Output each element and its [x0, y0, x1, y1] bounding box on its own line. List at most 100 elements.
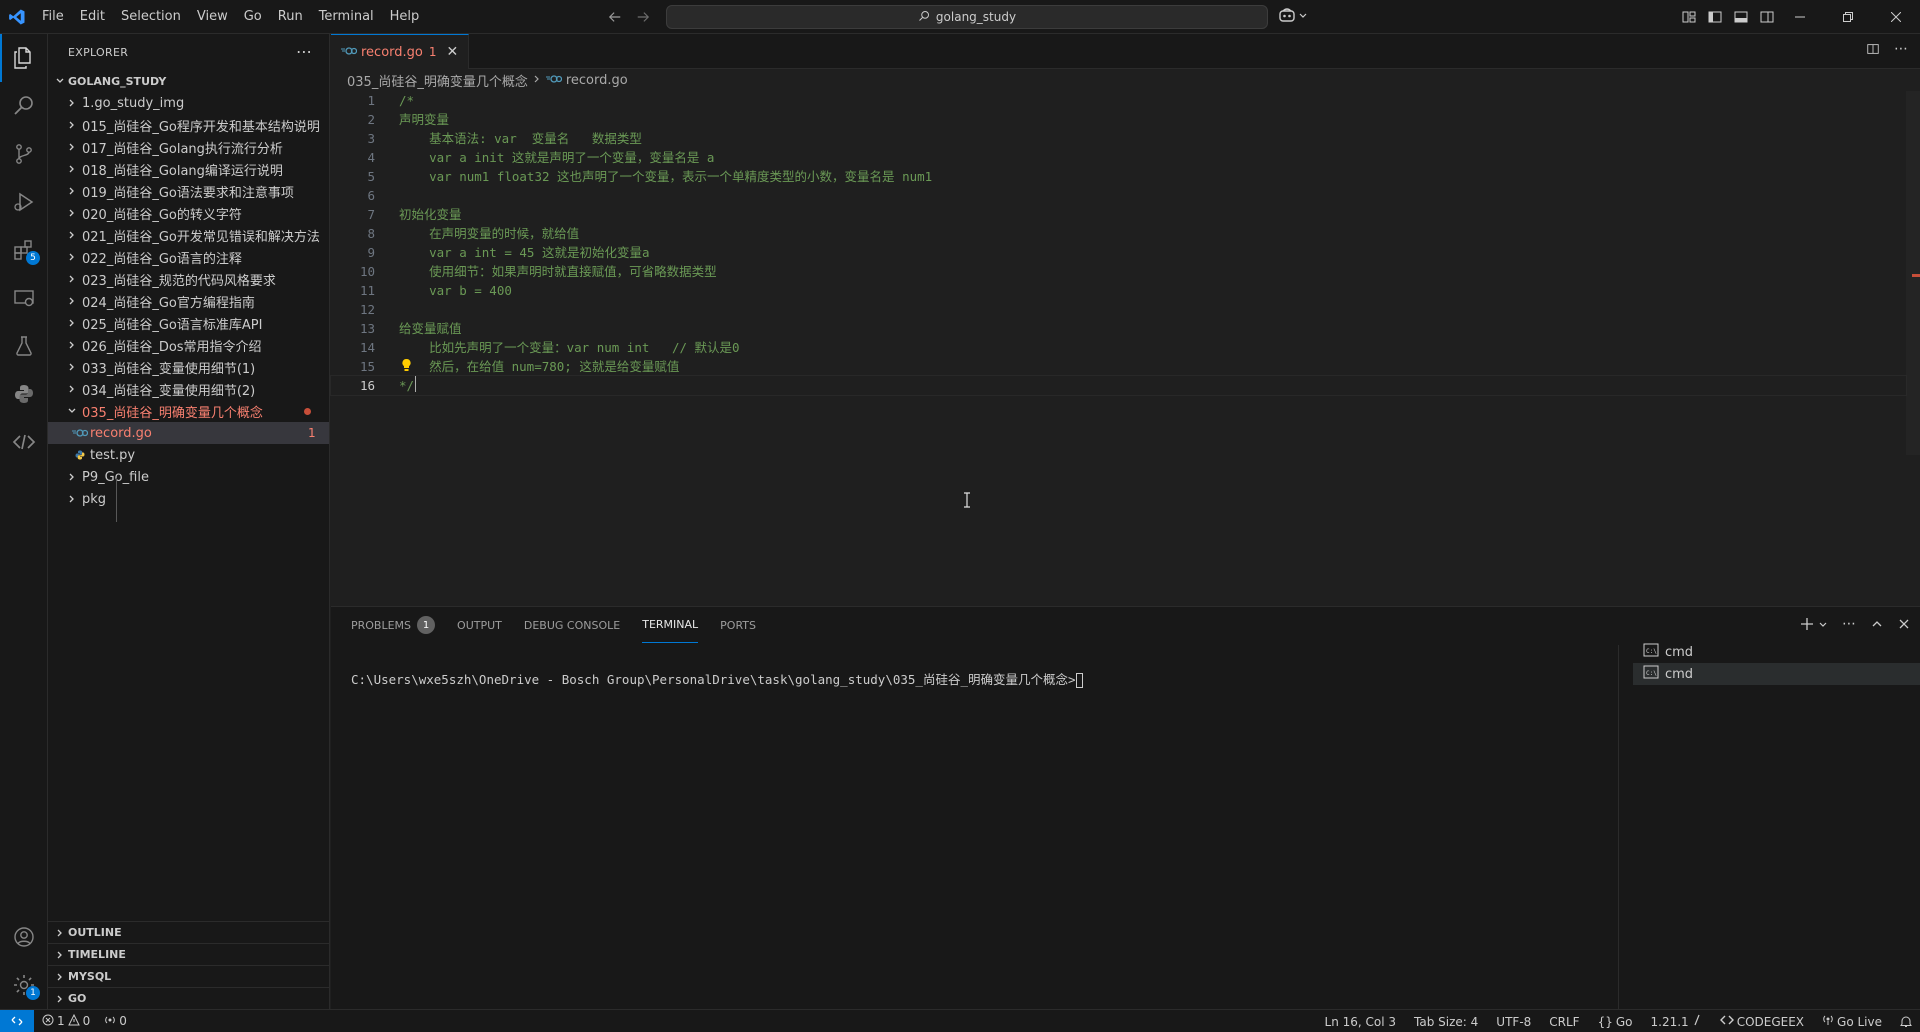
split-editor-icon[interactable]	[1866, 42, 1880, 60]
tree-folder-019[interactable]: 019_尚硅谷_Go语法要求和注意事项	[48, 180, 329, 202]
tab-problems[interactable]: PROBLEMS 1	[351, 607, 436, 643]
close-panel-icon[interactable]	[1898, 617, 1910, 634]
menu-run[interactable]: Run	[270, 0, 311, 34]
tree-folder-023[interactable]: 023_尚硅谷_规范的代码风格要求	[48, 268, 329, 290]
search-icon[interactable]	[0, 82, 48, 130]
lightbulb-icon[interactable]	[401, 358, 412, 378]
tree-folder-017[interactable]: 017_尚硅谷_Golang执行流行分析	[48, 136, 329, 158]
error-count: 1	[57, 1014, 65, 1028]
braces-icon: {}	[1597, 1014, 1613, 1029]
menu-go[interactable]: Go	[236, 0, 270, 34]
problems-status[interactable]: 1 0	[42, 1013, 90, 1029]
testing-icon[interactable]	[0, 322, 48, 370]
tree-folder-035-open[interactable]: 035_尚硅谷_明确变量几个概念	[48, 400, 329, 422]
terminal-list: C:\ cmd C:\ cmd	[1633, 641, 1920, 685]
language-mode[interactable]: {} Go	[1598, 1015, 1633, 1029]
tab-terminal[interactable]: TERMINAL	[642, 607, 699, 643]
terminal-label: cmd	[1665, 644, 1694, 660]
file-encoding[interactable]: UTF-8	[1496, 1015, 1531, 1029]
toggle-primary-sidebar-icon[interactable]	[1706, 8, 1724, 26]
extensions-icon[interactable]: 5	[0, 226, 48, 274]
source-control-icon[interactable]	[0, 130, 48, 178]
tree-folder-018[interactable]: 018_尚硅谷_Golang编译运行说明	[48, 158, 329, 180]
remote-indicator-icon[interactable]	[0, 1009, 34, 1032]
maximize-panel-icon[interactable]	[1870, 617, 1884, 634]
tree-folder-go-study-img[interactable]: 1.go_study_img	[48, 92, 329, 114]
tree-folder-p9-go-file[interactable]: P9_Go_file	[48, 466, 329, 488]
tree-folder-034[interactable]: 034_尚硅谷_变量使用细节(2)	[48, 378, 329, 400]
menu-edit[interactable]: Edit	[72, 0, 113, 34]
menu-help[interactable]: Help	[382, 0, 428, 34]
tab-size[interactable]: Tab Size: 4	[1414, 1015, 1478, 1029]
section-label: GO	[68, 992, 87, 1005]
toggle-secondary-sidebar-icon[interactable]	[1758, 8, 1776, 26]
codegeex-status[interactable]: CODEGEEX	[1719, 1014, 1804, 1029]
menu-file[interactable]: File	[34, 0, 72, 34]
scrollbar-error-marker	[1912, 274, 1920, 277]
line-number: 4	[367, 150, 375, 165]
ports-status[interactable]: 0	[104, 1014, 127, 1029]
editor-scrollbar[interactable]	[1906, 91, 1920, 455]
go-version[interactable]: 1.21.1	[1651, 1014, 1702, 1029]
menu-view[interactable]: View	[189, 0, 236, 34]
go-live-status[interactable]: Go Live	[1822, 1014, 1882, 1029]
explorer-icon[interactable]	[0, 34, 48, 82]
menu-terminal[interactable]: Terminal	[311, 0, 382, 34]
tree-file-record-go[interactable]: record.go 1	[48, 422, 329, 444]
tab-record-go[interactable]: record.go 1 ✕	[331, 34, 470, 69]
toggle-panel-icon[interactable]	[1732, 8, 1750, 26]
tree-folder-022[interactable]: 022_尚硅谷_Go语言的注释	[48, 246, 329, 268]
tree-folder-033[interactable]: 033_尚硅谷_变量使用细节(1)	[48, 356, 329, 378]
more-actions-icon[interactable]: ⋯	[1894, 42, 1908, 60]
section-go[interactable]: GO	[48, 987, 330, 1009]
workspace-root-folder[interactable]: GOLANG_STUDY	[48, 70, 329, 92]
copilot-button[interactable]	[1278, 6, 1308, 28]
line-ending[interactable]: CRLF	[1549, 1015, 1579, 1029]
tree-folder-024[interactable]: 024_尚硅谷_Go官方编程指南	[48, 290, 329, 312]
terminal-output[interactable]: C:\Users\wxe5szh\OneDrive - Bosch Group\…	[351, 669, 1083, 688]
tree-folder-021[interactable]: 021_尚硅谷_Go开发常见错误和解决方法	[48, 224, 329, 246]
gear-icon[interactable]: 1	[0, 961, 48, 1009]
chevron-down-icon[interactable]	[1818, 617, 1828, 634]
section-mysql[interactable]: MYSQL	[48, 965, 330, 987]
cursor-position[interactable]: Ln 16, Col 3	[1325, 1015, 1397, 1029]
notifications-bell-icon[interactable]	[1900, 1015, 1912, 1028]
remote-code-icon[interactable]	[0, 418, 48, 466]
more-actions-icon[interactable]: ⋯	[296, 42, 312, 61]
more-actions-icon[interactable]: ⋯	[1842, 617, 1856, 634]
tab-debug-console[interactable]: DEBUG CONSOLE	[524, 607, 620, 643]
customize-layout-icon[interactable]	[1680, 8, 1698, 26]
section-outline[interactable]: OUTLINE	[48, 921, 330, 943]
forward-arrow-icon[interactable]	[634, 8, 652, 26]
restore-icon[interactable]	[1824, 0, 1872, 34]
terminal-item-cmd-active[interactable]: C:\ cmd	[1633, 663, 1920, 685]
terminal-divider[interactable]	[1618, 645, 1619, 1010]
close-window-icon[interactable]	[1872, 0, 1920, 34]
accounts-icon[interactable]	[0, 913, 48, 961]
breadcrumb-file[interactable]: record.go	[566, 73, 628, 88]
tree-item-label: 035_尚硅谷_明确变量几个概念	[82, 405, 263, 421]
tree-item-label: 033_尚硅谷_变量使用细节(1)	[82, 361, 256, 377]
command-center-search[interactable]: golang_study	[666, 5, 1268, 29]
tree-folder-026[interactable]: 026_尚硅谷_Dos常用指令介绍	[48, 334, 329, 356]
breadcrumb-folder[interactable]: 035_尚硅谷_明确变量几个概念	[347, 71, 528, 90]
tree-folder-025[interactable]: 025_尚硅谷_Go语言标准库API	[48, 312, 329, 334]
minimize-icon[interactable]	[1776, 0, 1824, 34]
new-terminal-icon[interactable]	[1800, 617, 1814, 634]
menu-selection[interactable]: Selection	[113, 0, 189, 34]
code-editor[interactable]: 1 /* 2 声明变量 3 基本语法: var 变量名 数据类型 4 var a i…	[330, 91, 1907, 396]
terminal-item-cmd[interactable]: C:\ cmd	[1633, 641, 1920, 663]
tree-file-test-py[interactable]: test.py	[48, 444, 329, 466]
tree-folder-pkg[interactable]: pkg	[48, 488, 329, 510]
python-icon[interactable]	[0, 370, 48, 418]
close-icon[interactable]: ✕	[447, 44, 459, 60]
section-timeline[interactable]: TIMELINE	[48, 943, 330, 965]
pin-icon	[1692, 1014, 1702, 1029]
run-debug-icon[interactable]	[0, 178, 48, 226]
tab-output[interactable]: OUTPUT	[457, 607, 502, 643]
remote-explorer-icon[interactable]	[0, 274, 48, 322]
back-arrow-icon[interactable]	[606, 8, 624, 26]
tree-folder-020[interactable]: 020_尚硅谷_Go的转义字符	[48, 202, 329, 224]
tree-folder-015[interactable]: 015_尚硅谷_Go程序开发和基本结构说明	[48, 114, 329, 136]
tab-ports[interactable]: PORTS	[720, 607, 756, 643]
